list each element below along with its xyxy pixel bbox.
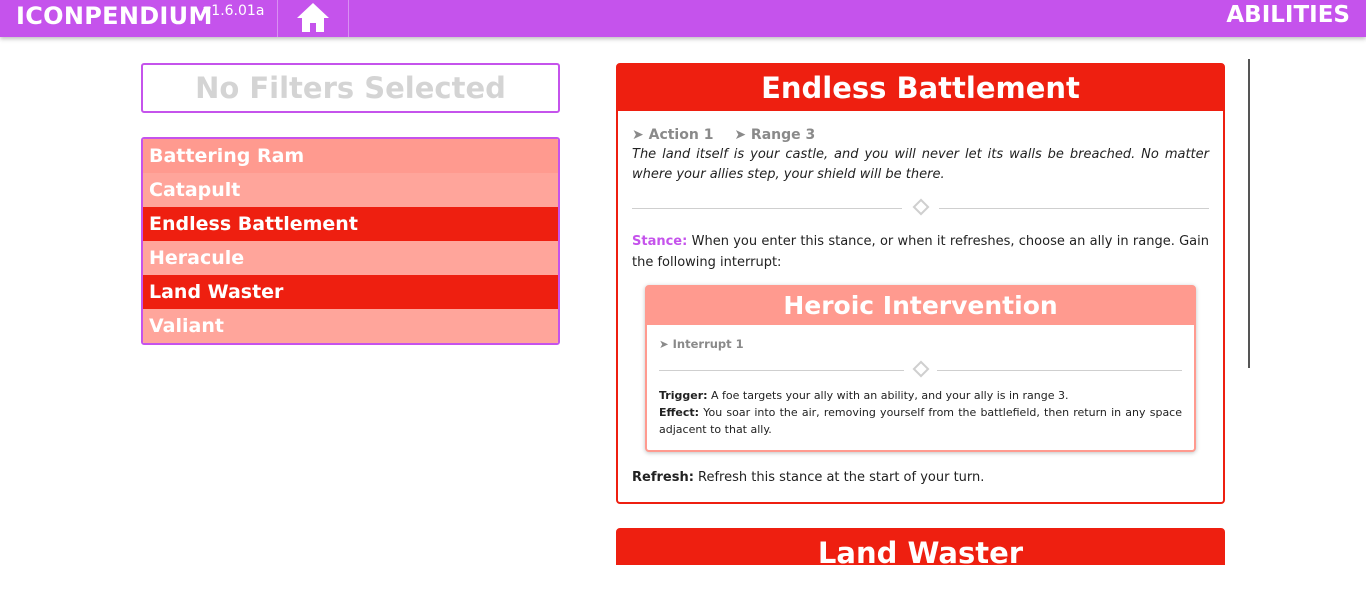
range-tag: ➤ Range 3 — [734, 127, 816, 143]
list-item-heracule[interactable]: Heracule — [143, 241, 558, 275]
scrollbar[interactable] — [1248, 59, 1250, 368]
divider — [632, 197, 1209, 219]
interrupt-body: ➤ Interrupt 1 Trigger: A foe targets you… — [647, 325, 1194, 450]
list-item-endless-battlement[interactable]: Endless Battlement — [143, 207, 558, 241]
flavor-text: The land itself is your castle, and you … — [632, 147, 1209, 182]
trigger-label: Trigger: — [659, 389, 708, 402]
refresh-label: Refresh: — [632, 470, 694, 485]
interrupt-tag: ➤ Interrupt 1 — [659, 337, 744, 351]
next-ability-card: Land Waster — [616, 528, 1225, 565]
refresh-text: Refresh this stance at the start of your… — [693, 470, 985, 485]
next-ability-card-title: Land Waster — [618, 530, 1223, 565]
top-bar: ICONPENDIUM v1.6.01a ABILITIES — [0, 0, 1366, 37]
filter-status-text: No Filters Selected — [195, 71, 506, 105]
home-icon — [295, 1, 331, 37]
stance-keyword[interactable]: Stance: — [632, 234, 687, 249]
list-item-battering-ram[interactable]: Battering Ram — [143, 139, 558, 173]
ability-card-title: Endless Battlement — [618, 65, 1223, 111]
list-item-catapult[interactable]: Catapult — [143, 173, 558, 207]
interrupt-divider — [659, 359, 1182, 381]
ability-card: Endless Battlement ➤ Action 1 ➤ Range 3 … — [616, 63, 1225, 504]
list-item-land-waster[interactable]: Land Waster — [143, 275, 558, 309]
filter-status-box[interactable]: No Filters Selected — [141, 63, 560, 113]
effect-line: Effect: You soar into the air, removing … — [659, 404, 1182, 438]
app-version: v1.6.01a — [203, 3, 265, 19]
interrupt-title: Heroic Intervention — [647, 287, 1194, 325]
refresh-line: Refresh: Refresh this stance at the star… — [632, 468, 1209, 488]
trigger-text: A foe targets your ally with an ability,… — [707, 389, 1069, 402]
stance-description: Stance: When you enter this stance, or w… — [632, 231, 1209, 273]
list-item-valiant[interactable]: Valiant — [143, 309, 558, 343]
effect-label: Effect: — [659, 406, 700, 419]
diamond-icon — [912, 360, 929, 378]
app-brand[interactable]: ICONPENDIUM — [16, 2, 213, 30]
ability-tags: ➤ Action 1 ➤ Range 3 — [632, 127, 1209, 143]
ability-card-body: ➤ Action 1 ➤ Range 3 The land itself is … — [618, 111, 1223, 502]
stance-text: When you enter this stance, or when it r… — [632, 234, 1209, 270]
ability-list: Battering Ram Catapult Endless Battlemen… — [141, 137, 560, 345]
section-title: ABILITIES — [1226, 2, 1350, 28]
effect-text: You soar into the air, removing yourself… — [659, 406, 1182, 436]
ability-cards-panel: Endless Battlement ➤ Action 1 ➤ Range 3 … — [616, 63, 1225, 565]
trigger-line: Trigger: A foe targets your ally with an… — [659, 387, 1182, 404]
diamond-icon — [912, 198, 929, 216]
action-tag: ➤ Action 1 — [632, 127, 714, 143]
interrupt-card: Heroic Intervention ➤ Interrupt 1 Trigge… — [645, 285, 1196, 452]
home-button[interactable] — [277, 0, 349, 37]
